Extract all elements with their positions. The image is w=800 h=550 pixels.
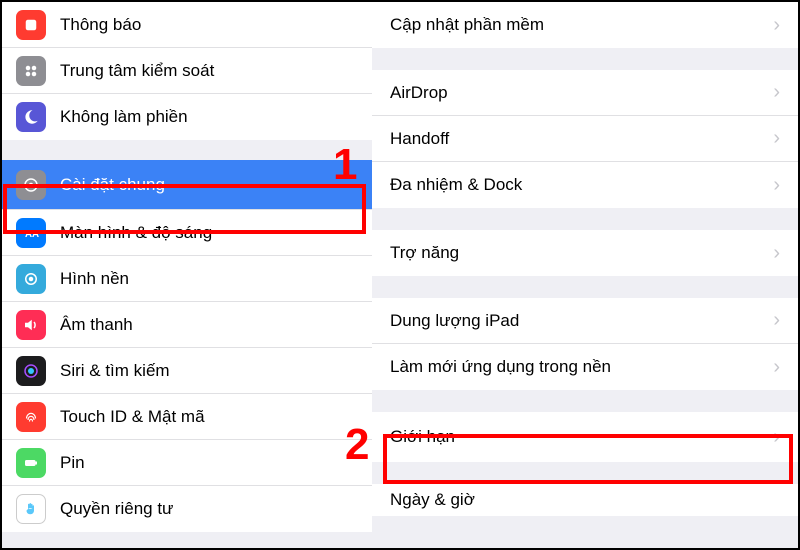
- notifications-icon: [16, 10, 46, 40]
- privacy-icon: [16, 494, 46, 524]
- chevron-right-icon: ›: [773, 81, 780, 104]
- sidebar-label: Thông báo: [60, 15, 141, 35]
- sidebar-label: Trung tâm kiểm soát: [60, 61, 214, 81]
- sidebar-item-dnd[interactable]: Không làm phiền: [2, 94, 372, 140]
- sidebar-item-general[interactable]: Cài đặt chung: [2, 160, 372, 210]
- group-software: Cập nhật phần mềm ›: [372, 2, 798, 48]
- gear-icon: [16, 170, 46, 200]
- row-background-refresh[interactable]: Làm mới ứng dụng trong nền ›: [372, 344, 798, 390]
- row-label: Cập nhật phần mềm: [390, 15, 544, 35]
- group-storage: Dung lượng iPad › Làm mới ứng dụng trong…: [372, 298, 798, 390]
- sidebar-label: Siri & tìm kiếm: [60, 361, 170, 381]
- svg-text:AA: AA: [25, 228, 39, 239]
- row-airdrop[interactable]: AirDrop ›: [372, 70, 798, 116]
- sidebar-item-wallpaper[interactable]: Hình nền: [2, 256, 372, 302]
- row-label: Trợ năng: [390, 243, 459, 263]
- control-center-icon: [16, 56, 46, 86]
- fingerprint-icon: [16, 402, 46, 432]
- battery-icon: [16, 448, 46, 478]
- row-accessibility[interactable]: Trợ năng ›: [372, 230, 798, 276]
- sidebar-label: Pin: [60, 453, 85, 473]
- annotation-number-1: 1: [333, 140, 357, 190]
- group-accessibility: Trợ năng ›: [372, 230, 798, 276]
- row-restrictions[interactable]: Giới hạn ›: [372, 412, 798, 462]
- chevron-right-icon: ›: [773, 426, 780, 449]
- row-datetime[interactable]: Ngày & giờ: [372, 484, 798, 516]
- sidebar-item-control-center[interactable]: Trung tâm kiểm soát: [2, 48, 372, 94]
- group-datetime: Ngày & giờ: [372, 484, 798, 516]
- row-label: Làm mới ứng dụng trong nền: [390, 357, 611, 377]
- settings-sidebar: Thông báo Trung tâm kiểm soát Không làm …: [2, 2, 372, 548]
- row-handoff[interactable]: Handoff ›: [372, 116, 798, 162]
- row-label: Handoff: [390, 129, 449, 149]
- chevron-right-icon: ›: [773, 127, 780, 150]
- sidebar-item-notifications[interactable]: Thông báo: [2, 2, 372, 48]
- chevron-right-icon: ›: [773, 309, 780, 332]
- chevron-right-icon: ›: [773, 356, 780, 379]
- sidebar-item-privacy[interactable]: Quyền riêng tư: [2, 486, 372, 532]
- sidebar-item-display[interactable]: AA Màn hình & độ sáng: [2, 210, 372, 256]
- row-label: Ngày & giờ: [390, 490, 475, 510]
- sound-icon: [16, 310, 46, 340]
- settings-detail: Cập nhật phần mềm › AirDrop › Handoff › …: [372, 2, 798, 548]
- sidebar-item-siri[interactable]: Siri & tìm kiếm: [2, 348, 372, 394]
- siri-icon: [16, 356, 46, 386]
- sidebar-label: Hình nền: [60, 269, 129, 289]
- row-software-update[interactable]: Cập nhật phần mềm ›: [372, 2, 798, 48]
- sidebar-item-battery[interactable]: Pin: [2, 440, 372, 486]
- sidebar-item-sounds[interactable]: Âm thanh: [2, 302, 372, 348]
- chevron-right-icon: ›: [773, 14, 780, 37]
- sidebar-item-touchid[interactable]: Touch ID & Mật mã: [2, 394, 372, 440]
- sidebar-group-2: Cài đặt chung AA Màn hình & độ sáng Hình…: [2, 160, 372, 532]
- sidebar-label: Touch ID & Mật mã: [60, 407, 205, 427]
- chevron-right-icon: ›: [773, 174, 780, 197]
- sidebar-label: Cài đặt chung: [60, 175, 165, 195]
- annotation-number-2: 2: [345, 420, 369, 470]
- wallpaper-icon: [16, 264, 46, 294]
- row-label: Dung lượng iPad: [390, 311, 519, 331]
- group-sharing: AirDrop › Handoff › Đa nhiệm & Dock ›: [372, 70, 798, 208]
- sidebar-label: Quyền riêng tư: [60, 499, 173, 519]
- row-label: Giới hạn: [390, 427, 455, 447]
- chevron-right-icon: ›: [773, 242, 780, 265]
- group-restrictions: Giới hạn ›: [372, 412, 798, 462]
- sidebar-label: Không làm phiền: [60, 107, 188, 127]
- sidebar-label: Âm thanh: [60, 315, 133, 335]
- display-icon: AA: [16, 218, 46, 248]
- row-label: Đa nhiệm & Dock: [390, 175, 522, 195]
- sidebar-label: Màn hình & độ sáng: [60, 223, 212, 243]
- row-storage[interactable]: Dung lượng iPad ›: [372, 298, 798, 344]
- row-label: AirDrop: [390, 83, 448, 103]
- row-multitask[interactable]: Đa nhiệm & Dock ›: [372, 162, 798, 208]
- sidebar-group-1: Thông báo Trung tâm kiểm soát Không làm …: [2, 2, 372, 140]
- moon-icon: [16, 102, 46, 132]
